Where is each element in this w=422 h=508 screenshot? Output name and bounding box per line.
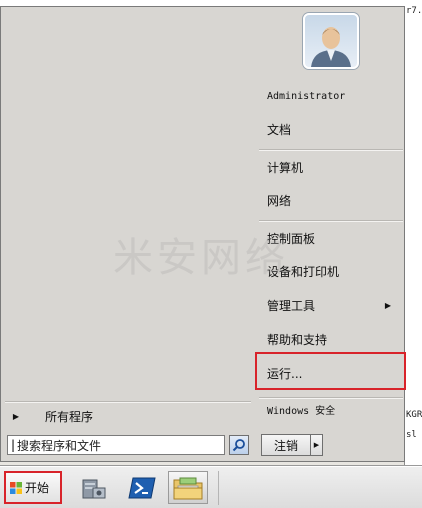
background-window: r7.0 KGR sl ( <box>404 6 422 466</box>
devices-printers-item[interactable]: 设备和打印机 <box>267 262 399 282</box>
divider <box>259 397 403 399</box>
start-menu-right-pane: Administrator 文档 计算机 网络 控制面板 设备和打印机 管理工具… <box>255 7 406 463</box>
background-text: r7.0 <box>406 6 422 16</box>
admin-tools-item[interactable]: 管理工具 ▶ <box>267 296 399 316</box>
programs-list <box>5 9 251 399</box>
background-text: KGR <box>406 410 422 420</box>
start-button[interactable]: 开始 <box>4 471 62 504</box>
text-cursor: | <box>11 438 16 452</box>
windows-flag-icon <box>10 481 22 494</box>
chevron-right-icon: ▶ <box>313 441 320 449</box>
search-row: | 搜索程序和文件 <box>7 434 253 456</box>
all-programs-item[interactable]: ▶ 所有程序 <box>7 405 251 427</box>
logoff-options-button[interactable]: ▶ <box>311 434 323 456</box>
explorer-button[interactable] <box>168 471 208 504</box>
server-manager-button[interactable] <box>74 471 114 504</box>
powershell-button[interactable] <box>122 471 162 504</box>
user-icon <box>311 27 351 67</box>
search-icon <box>232 439 245 452</box>
logoff-controls: 注销 ▶ <box>261 434 323 456</box>
divider <box>259 149 403 151</box>
background-text: sl ( <box>406 430 422 440</box>
control-panel-item[interactable]: 控制面板 <box>267 229 399 249</box>
divider <box>5 401 251 403</box>
server-manager-icon <box>82 479 106 498</box>
start-label: 开始 <box>25 481 50 495</box>
powershell-icon <box>128 477 156 498</box>
search-input[interactable]: | 搜索程序和文件 <box>7 435 225 455</box>
logoff-button[interactable]: 注销 <box>261 434 311 456</box>
user-avatar[interactable] <box>303 13 359 69</box>
chevron-right-icon: ▶ <box>384 301 391 310</box>
taskbar: 开始 <box>0 466 422 508</box>
chevron-right-icon: ▶ <box>12 411 20 421</box>
search-placeholder: 搜索程序和文件 <box>17 438 102 453</box>
documents-item[interactable]: 文档 <box>267 120 399 140</box>
start-menu: ▶ 所有程序 | 搜索程序和文件 Administrator 文档 计算机 网络… <box>0 6 406 463</box>
user-name-item[interactable]: Administrator <box>267 87 399 107</box>
run-highlight-box <box>255 352 406 390</box>
network-item[interactable]: 网络 <box>267 191 399 211</box>
windows-security-item[interactable]: Windows 安全 <box>267 402 399 422</box>
admin-tools-label: 管理工具 <box>267 299 316 313</box>
folder-icon <box>173 477 203 499</box>
divider <box>259 220 403 222</box>
search-button[interactable] <box>229 435 249 455</box>
all-programs-label: 所有程序 <box>45 409 94 424</box>
help-support-item[interactable]: 帮助和支持 <box>267 330 399 350</box>
computer-item[interactable]: 计算机 <box>267 158 399 178</box>
divider <box>218 471 219 505</box>
